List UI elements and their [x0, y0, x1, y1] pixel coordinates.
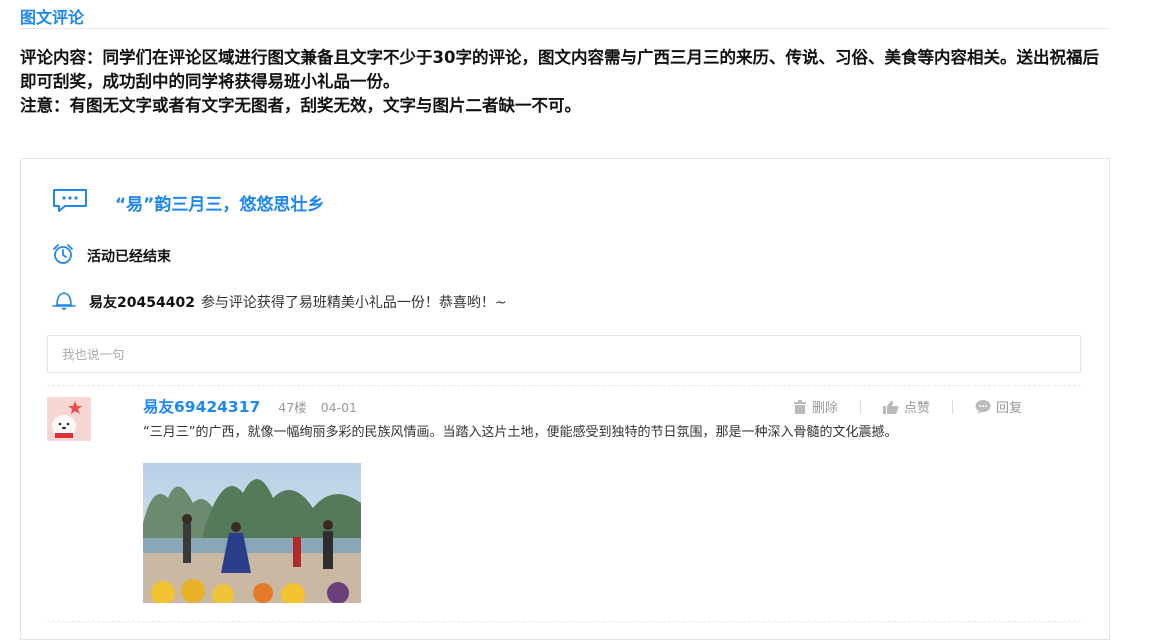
bell-icon — [51, 289, 77, 315]
delete-label: 删除 — [812, 401, 839, 416]
comment-date: 04-01 — [320, 400, 358, 415]
comment-floor: 47楼 — [278, 400, 307, 415]
activity-title: “易”韵三月三，悠悠思壮乡 — [115, 194, 325, 215]
winner-notice: 易友20454402 参与评论获得了易班精美小礼品一份！恭喜哟！~ — [89, 292, 507, 312]
section-title: 图文评论 — [20, 8, 85, 27]
reply-button[interactable]: 回复 — [975, 397, 1022, 416]
rules-note: 注意：有图无文字或者有文字无图者，刮奖无效，文字与图片二者缺一不可。 — [20, 96, 581, 115]
activity-card: “易”韵三月三，悠悠思壮乡 活动已经结束 易友20454402 参与评论获得了易班… — [20, 158, 1110, 640]
action-separator — [952, 399, 954, 414]
comment-username[interactable]: 易友69424317 — [143, 395, 260, 417]
activity-status-row: 活动已经结束 — [51, 243, 171, 269]
comment-photo[interactable] — [143, 463, 361, 603]
like-label: 点赞 — [904, 401, 931, 416]
comment-actions: 删除 点赞 回复 — [793, 397, 1022, 416]
reply-label: 回复 — [996, 401, 1023, 416]
winner-username[interactable]: 易友20454402 — [89, 295, 195, 311]
comment-text: “三月三”的广西，就像一幅绚丽多彩的民族风情画。当踏入这片土地，便能感受到独特的… — [143, 425, 898, 440]
rules-content: 评论内容：同学们在评论区域进行图文兼备且文字不少于30字的评论，图文内容需与广西… — [20, 48, 1099, 91]
reply-bubble-icon — [975, 399, 991, 414]
comment-input[interactable] — [47, 335, 1081, 373]
activity-status: 活动已经结束 — [87, 249, 171, 265]
delete-button[interactable]: 删除 — [793, 397, 838, 416]
alarm-clock-icon — [51, 243, 75, 269]
section-divider — [20, 28, 1108, 29]
avatar[interactable] — [47, 397, 91, 441]
divider — [47, 621, 1081, 622]
divider — [47, 385, 1081, 386]
activity-title-row: “易”韵三月三，悠悠思壮乡 — [51, 187, 324, 217]
winner-notice-text: 参与评论获得了易班精美小礼品一份！恭喜哟！~ — [200, 295, 507, 311]
rules-text: 评论内容：同学们在评论区域进行图文兼备且文字不少于30字的评论，图文内容需与广西… — [20, 46, 1100, 118]
winner-notice-row: 易友20454402 参与评论获得了易班精美小礼品一份！恭喜哟！~ — [51, 289, 507, 315]
action-separator — [860, 399, 862, 414]
chat-icon — [51, 187, 89, 217]
comment-header: 易友69424317 47楼 04-01 — [143, 395, 357, 417]
like-button[interactable]: 点赞 — [883, 397, 930, 416]
thumbs-up-icon — [883, 400, 899, 414]
trash-icon — [794, 399, 806, 414]
